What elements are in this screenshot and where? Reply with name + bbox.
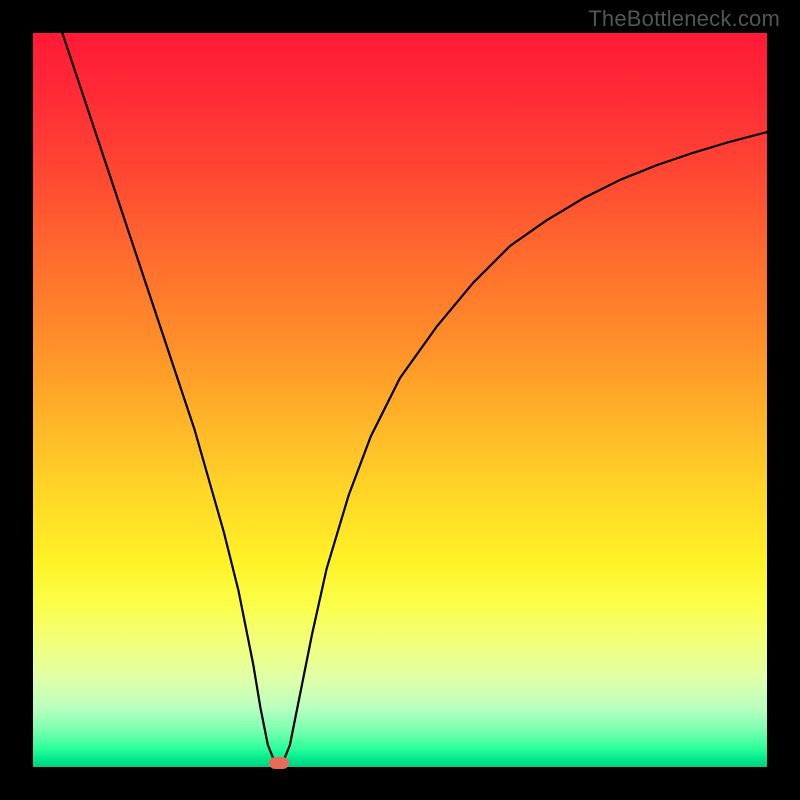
chart-curve-svg <box>33 33 767 767</box>
optimal-point-marker <box>269 757 289 769</box>
watermark-text: TheBottleneck.com <box>588 6 780 32</box>
bottleneck-curve-path <box>62 33 767 763</box>
chart-plot-area <box>33 33 767 767</box>
